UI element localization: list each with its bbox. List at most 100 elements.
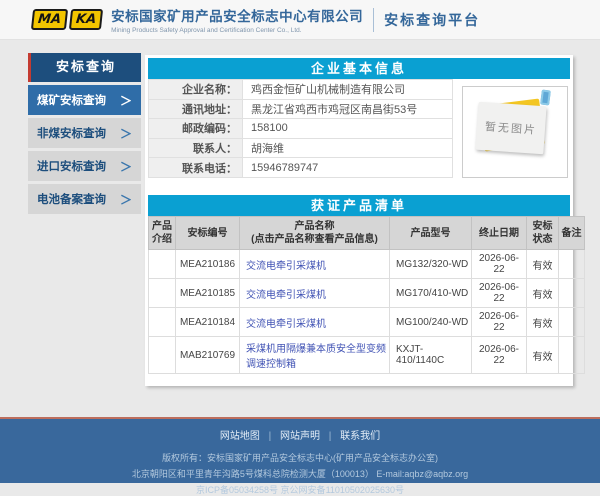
company-info-body: 企业名称： 鸡西金恒矿山机械制造有限公司 通讯地址： 黑龙江省鸡西市鸡冠区南昌街… (148, 79, 570, 178)
no-image-note-icon: 暂无图片 (475, 102, 546, 155)
end-date-cell: 2026-06-22 (472, 337, 527, 374)
footer-link-sitemap[interactable]: 网站地图 (220, 431, 260, 442)
product-model-cell: MG170/410-WD (390, 279, 472, 308)
end-date-cell: 2026-06-22 (472, 250, 527, 279)
status-cell: 有效 (527, 279, 559, 308)
table-row: MEA210186 交流电牵引采煤机 MG132/320-WD 2026-06-… (149, 250, 585, 279)
info-label: 邮政编码： (149, 119, 243, 139)
company-info-table: 企业名称： 鸡西金恒矿山机械制造有限公司 通讯地址： 黑龙江省鸡西市鸡冠区南昌街… (148, 79, 453, 178)
table-header-row: 产品 介绍 安标编号 产品名称 (点击产品名称查看产品信息) 产品型号 终止日期… (149, 217, 585, 250)
info-label: 通讯地址： (149, 99, 243, 119)
table-row: 联系人： 胡海维 (149, 138, 453, 158)
info-label: 企业名称： (149, 80, 243, 100)
footer-separator: | (329, 431, 332, 442)
company-info-title: 企业基本信息 (148, 58, 570, 79)
sidebar-item-import-mark-query[interactable]: 进口安标查询 ＞ (28, 151, 141, 181)
end-date-cell: 2026-06-22 (472, 279, 527, 308)
product-intro-cell (149, 250, 176, 279)
chevron-right-icon: ＞ (120, 92, 132, 109)
footer-links: 网站地图 | 网站声明 | 联系我们 (0, 427, 600, 442)
product-list-title: 获证产品清单 (148, 195, 570, 216)
sidebar-item-battery-record-query[interactable]: 电池备案查询 ＞ (28, 184, 141, 214)
col-header-status: 安标 状态 (527, 217, 559, 250)
footer-separator: | (269, 431, 272, 442)
info-label: 联系人： (149, 138, 243, 158)
col-header-remark: 备注 (559, 217, 585, 250)
table-row: 联系电话： 15946789747 (149, 158, 453, 178)
product-model-cell: MG132/320-WD (390, 250, 472, 279)
product-name-cell: 交流电牵引采煤机 (240, 308, 390, 337)
product-code-cell: MEA210185 (176, 279, 240, 308)
product-name-cell: 交流电牵引采煤机 (240, 279, 390, 308)
logo-ka-icon: KA (69, 9, 103, 30)
chevron-right-icon: ＞ (120, 125, 132, 142)
product-intro-cell (149, 308, 176, 337)
sidebar-item-label: 电池备案查询 (37, 191, 106, 207)
table-row: MEA210185 交流电牵引采煤机 MG170/410-WD 2026-06-… (149, 279, 585, 308)
footer-link-statement[interactable]: 网站声明 (280, 431, 320, 442)
platform-title: 安标查询平台 (384, 10, 480, 30)
product-name-link[interactable]: 交流电牵引采煤机 (246, 319, 326, 330)
footer: 网站地图 | 网站声明 | 联系我们 版权所有：安标国家矿用产品安全标志中心(矿… (0, 417, 600, 483)
sidebar-item-label: 进口安标查询 (37, 158, 106, 174)
address-value: 黑龙江省鸡西市鸡冠区南昌街53号 (243, 99, 453, 119)
product-name-link[interactable]: 采煤机用隔爆兼本质安全型变频调速控制箱 (246, 344, 386, 370)
product-name-cell: 采煤机用隔爆兼本质安全型变频调速控制箱 (240, 337, 390, 374)
note-clip-icon (540, 90, 551, 106)
product-code-cell: MEA210184 (176, 308, 240, 337)
chevron-right-icon: ＞ (120, 191, 132, 208)
remark-cell (559, 250, 585, 279)
org-name-en: Mining Products Safety Approval and Cert… (111, 27, 363, 34)
maka-logo: MA KA (32, 9, 102, 30)
product-name-link[interactable]: 交流电牵引采煤机 (246, 290, 326, 301)
col-header-model: 产品型号 (390, 217, 472, 250)
remark-cell (559, 279, 585, 308)
info-label: 联系电话： (149, 158, 243, 178)
table-row: MEA210184 交流电牵引采煤机 MG100/240-WD 2026-06-… (149, 308, 585, 337)
product-photo-placeholder: 暂无图片 (462, 86, 568, 178)
top-header: MA KA 安标国家矿用产品安全标志中心有限公司 Mining Products… (0, 0, 600, 40)
sidebar-item-label: 非煤安标查询 (37, 125, 106, 141)
no-image-text: 暂无图片 (485, 118, 538, 138)
col-header-intro: 产品 介绍 (149, 217, 176, 250)
product-intro-cell (149, 337, 176, 374)
sidebar-item-coal-mark-query[interactable]: 煤矿安标查询 ＞ (28, 85, 141, 115)
product-name-cell: 交流电牵引采煤机 (240, 250, 390, 279)
sidebar-item-noncoal-mark-query[interactable]: 非煤安标查询 ＞ (28, 118, 141, 148)
footer-link-contact[interactable]: 联系我们 (340, 431, 380, 442)
product-section: 获证产品清单 产品 介绍 安标编号 产品名称 (点击产品名称查看产品信息) 产品… (148, 195, 570, 374)
remark-cell (559, 308, 585, 337)
chevron-right-icon: ＞ (120, 158, 132, 175)
footer-address: 北京朝阳区和平里青年沟路5号煤科总院检测大厦（100013） E-mail:aq… (0, 467, 600, 480)
logo-ma-icon: MA (31, 9, 68, 30)
table-row: 企业名称： 鸡西金恒矿山机械制造有限公司 (149, 80, 453, 100)
status-cell: 有效 (527, 337, 559, 374)
sidebar: 安标查询 煤矿安标查询 ＞ 非煤安标查询 ＞ 进口安标查询 ＞ 电池备案查询 ＞ (28, 53, 141, 214)
product-model-cell: KXJT-410/1140C (390, 337, 472, 374)
footer-icp: 京ICP备05034258号 京公网安备11010502025630号 (0, 483, 600, 496)
product-intro-cell (149, 279, 176, 308)
sidebar-title: 安标查询 (28, 53, 141, 82)
table-row: 邮政编码： 158100 (149, 119, 453, 139)
postcode-value: 158100 (243, 119, 453, 139)
table-row: 通讯地址： 黑龙江省鸡西市鸡冠区南昌街53号 (149, 99, 453, 119)
product-code-cell: MAB210769 (176, 337, 240, 374)
header-divider (373, 8, 374, 32)
table-row: MAB210769 采煤机用隔爆兼本质安全型变频调速控制箱 KXJT-410/1… (149, 337, 585, 374)
col-header-end-date: 终止日期 (472, 217, 527, 250)
col-header-code: 安标编号 (176, 217, 240, 250)
status-cell: 有效 (527, 250, 559, 279)
product-code-cell: MEA210186 (176, 250, 240, 279)
org-name-cn: 安标国家矿用产品安全标志中心有限公司 (111, 5, 363, 25)
status-cell: 有效 (527, 308, 559, 337)
col-header-name: 产品名称 (点击产品名称查看产品信息) (240, 217, 390, 250)
sidebar-item-label: 煤矿安标查询 (37, 92, 106, 108)
contact-person-value: 胡海维 (243, 138, 453, 158)
product-model-cell: MG100/240-WD (390, 308, 472, 337)
product-name-link[interactable]: 交流电牵引采煤机 (246, 261, 326, 272)
company-name-value: 鸡西金恒矿山机械制造有限公司 (243, 80, 453, 100)
end-date-cell: 2026-06-22 (472, 308, 527, 337)
product-table: 产品 介绍 安标编号 产品名称 (点击产品名称查看产品信息) 产品型号 终止日期… (148, 216, 585, 374)
main-panel: 企业基本信息 企业名称： 鸡西金恒矿山机械制造有限公司 通讯地址： 黑龙江省鸡西… (145, 55, 573, 386)
remark-cell (559, 337, 585, 374)
